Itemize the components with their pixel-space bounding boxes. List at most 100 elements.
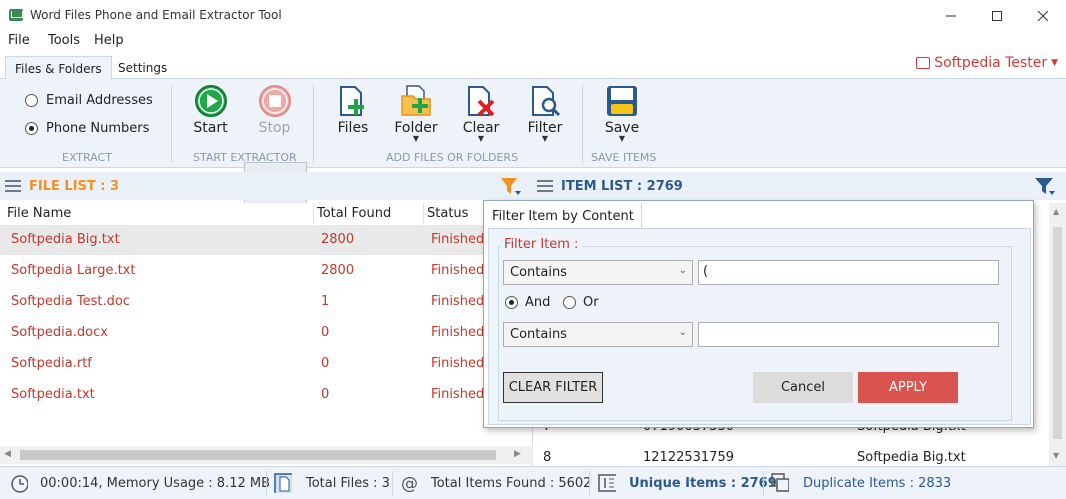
column-divider	[423, 203, 424, 225]
status-cell: Finished	[431, 294, 485, 309]
file-name-cell: Softpedia Large.txt	[11, 263, 136, 278]
total-found-cell: 2800	[321, 263, 355, 278]
filter-value-input-2[interactable]	[698, 322, 999, 347]
tab-settings[interactable]: Settings	[109, 56, 176, 80]
file-list-header: FILE LIST : 3	[0, 172, 530, 200]
svg-text:@: @	[401, 474, 418, 493]
column-status[interactable]: Status	[427, 206, 468, 221]
status-cell: Finished	[431, 263, 485, 278]
condition-select-2-value: Contains	[510, 327, 567, 342]
file-list-table: File Name Total Found Status Softpedia B…	[0, 203, 533, 466]
scroll-right-icon[interactable]: ▶	[514, 449, 521, 459]
popup-body: Filter Item : Contains ⌄ ( And Or Contai…	[488, 228, 1031, 425]
file-name-cell: Softpedia.rtf	[11, 356, 92, 371]
apply-button[interactable]: APPLY	[858, 372, 958, 403]
scroll-left-icon[interactable]: ◀	[4, 449, 11, 459]
group-label-add-files: ADD FILES OR FOLDERS	[386, 151, 519, 164]
status-separator	[589, 471, 590, 496]
menu-help[interactable]: Help	[94, 33, 124, 48]
ribbon-tabs: Files & Folders Settings Softpedia Teste…	[0, 53, 1066, 80]
tab-files-folders[interactable]: Files & Folders	[5, 56, 112, 80]
ribbon-separator	[171, 85, 172, 163]
status-separator	[392, 471, 393, 496]
group-label-start-extractor: START EXTRACTOR	[193, 151, 297, 164]
total-found-cell: 2800	[321, 232, 355, 247]
item-list-title: ITEM LIST : 2769	[561, 179, 683, 194]
minimize-button[interactable]	[928, 0, 974, 31]
clear-button[interactable]: Clear ▼	[461, 84, 501, 146]
vertical-scrollbar[interactable]: ▲ ▼	[1049, 203, 1066, 466]
menu-file[interactable]: File	[8, 33, 30, 48]
chevron-down-icon: ▼	[477, 134, 485, 143]
column-file-name[interactable]: File Name	[7, 206, 71, 221]
status-bar: 00:00:14, Memory Usage : 8.12 MB Total F…	[0, 466, 1066, 499]
close-icon	[1038, 10, 1048, 21]
scrollbar-thumb[interactable]	[1053, 227, 1062, 439]
chevron-down-icon: ⌄	[678, 327, 687, 338]
table-row[interactable]: Softpedia Big.txt 2800 Finished	[0, 225, 533, 255]
filter-popup: Filter Item by Content Filter Item : Con…	[483, 200, 1034, 428]
user-menu[interactable]: Softpedia Tester ▼	[916, 55, 1058, 71]
item-row-value: 12122531759	[643, 450, 734, 465]
scroll-up-icon[interactable]: ▲	[1053, 207, 1059, 216]
popup-tab-filter-content[interactable]: Filter Item by Content	[485, 203, 642, 229]
add-folder-button[interactable]: Folder ▼	[393, 84, 439, 146]
stop-label: Stop	[258, 120, 291, 136]
filter-item-legend: Filter Item :	[501, 237, 582, 252]
radio-and[interactable]: And	[505, 295, 550, 310]
add-files-button[interactable]: Files	[334, 84, 372, 146]
clear-file-icon	[468, 86, 495, 117]
filter-funnel-icon[interactable]	[500, 176, 522, 196]
chevron-down-icon: ▼	[618, 134, 626, 143]
filter-value-input-1[interactable]: (	[698, 260, 999, 285]
close-button[interactable]	[1020, 0, 1066, 31]
chevron-down-icon: ▼	[541, 134, 549, 143]
list-icon	[537, 180, 553, 192]
table-row[interactable]: Softpedia.docx 0 Finished	[0, 318, 533, 348]
total-found-cell: 0	[321, 325, 330, 340]
list-icon	[5, 180, 21, 192]
play-icon	[194, 85, 227, 117]
filter-funnel-icon[interactable]	[1034, 176, 1056, 196]
status-cell: Finished	[431, 356, 485, 371]
duplicate-items-status: Duplicate Items : 2833	[803, 476, 952, 491]
condition-select-1[interactable]: Contains ⌄	[503, 260, 693, 285]
ribbon-separator	[582, 85, 583, 163]
radio-or-label: Or	[583, 295, 599, 310]
radio-phone-numbers[interactable]: Phone Numbers	[25, 121, 149, 136]
menu-tools[interactable]: Tools	[48, 33, 80, 48]
item-row-number: 8	[543, 450, 552, 465]
chevron-down-icon: ▼	[412, 134, 420, 143]
scrollbar-thumb[interactable]	[20, 450, 496, 460]
save-button[interactable]: Save ▼	[602, 84, 642, 146]
cancel-button[interactable]: Cancel	[753, 372, 853, 403]
horizontal-scrollbar[interactable]: ◀ ▶	[0, 446, 533, 464]
total-found-cell: 0	[321, 356, 330, 371]
filter-button[interactable]: Filter ▼	[525, 84, 565, 146]
radio-or[interactable]: Or	[563, 295, 599, 310]
table-row[interactable]: Softpedia.txt 0 Finished	[0, 380, 533, 410]
radio-and-label: And	[525, 295, 551, 310]
table-row[interactable]: Softpedia Large.txt 2800 Finished	[0, 256, 533, 286]
column-divider	[313, 203, 314, 225]
ribbon: Email Addresses Phone Numbers EXTRACT St…	[0, 79, 1066, 228]
column-total-found[interactable]: Total Found	[317, 206, 391, 221]
radio-email-indicator	[25, 94, 38, 107]
start-label: Start	[193, 120, 228, 136]
window-title: Word Files Phone and Email Extractor Too…	[30, 8, 282, 22]
start-button[interactable]: Start	[188, 84, 233, 146]
maximize-button[interactable]	[974, 0, 1020, 31]
table-row[interactable]: Softpedia.rtf 0 Finished	[0, 349, 533, 379]
app-envelope-icon	[9, 9, 23, 21]
item-list-header: ITEM LIST : 2769	[530, 172, 1066, 200]
clear-filter-button[interactable]: CLEAR FILTER	[503, 372, 603, 403]
condition-select-1-value: Contains	[510, 265, 567, 280]
scroll-down-icon[interactable]: ▼	[1053, 451, 1059, 460]
table-row[interactable]: Softpedia Test.doc 1 Finished	[0, 287, 533, 317]
stop-button[interactable]: Stop	[252, 84, 297, 146]
file-name-cell: Softpedia Test.doc	[11, 294, 130, 309]
status-cell: Finished	[431, 325, 485, 340]
condition-select-2[interactable]: Contains ⌄	[503, 322, 693, 347]
radio-email-addresses[interactable]: Email Addresses	[25, 93, 153, 108]
ribbon-separator	[313, 85, 314, 163]
